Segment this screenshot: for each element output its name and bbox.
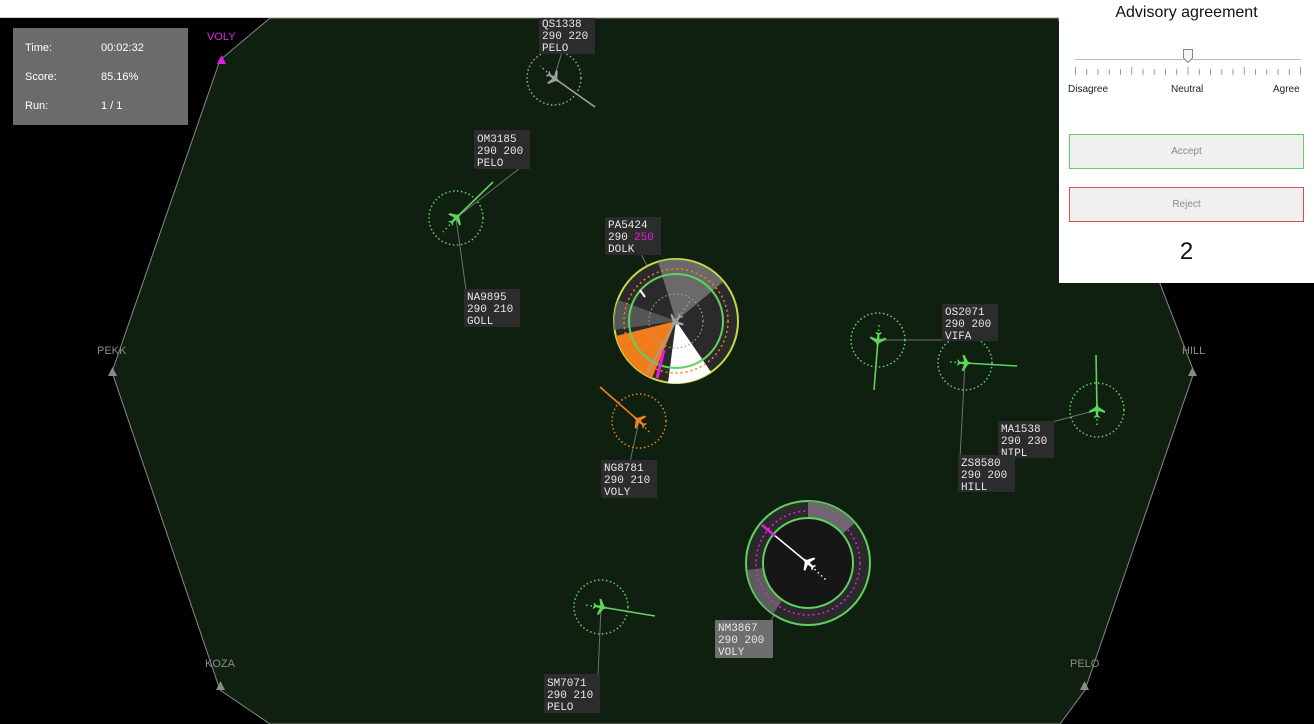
score-label: Score: <box>25 71 57 83</box>
tag-callsign: MA1538 <box>1001 424 1041 436</box>
time-label: Time: <box>25 42 53 54</box>
tag-altitude: 290 230 <box>1001 436 1047 448</box>
data-tag-os2071[interactable]: OS2071 290 200 VIFA <box>942 304 998 343</box>
tag-altitude: 290 <box>608 232 628 244</box>
waypoint-label: PELO <box>1070 658 1100 670</box>
tag-altitude: 290 200 <box>718 635 764 647</box>
data-tag-nm3867[interactable]: NM3867 290 200 VOLY <box>715 620 773 659</box>
tag-destination: HILL <box>961 482 987 494</box>
waypoint-label: KOZA <box>205 658 236 670</box>
agree-label: Agree <box>1273 84 1300 95</box>
data-tag-om3185[interactable]: OM3185 290 200 PELO <box>474 130 530 170</box>
tag-callsign: NA9895 <box>467 292 507 304</box>
tag-callsign: OS2071 <box>945 307 985 319</box>
tag-callsign: NG8781 <box>604 463 644 475</box>
waypoint-label: PEKK <box>97 345 127 357</box>
agreement-slider-handle[interactable] <box>1183 49 1193 63</box>
tag-altitude: 290 200 <box>961 470 1007 482</box>
tag-altitude: 290 220 <box>542 31 588 43</box>
data-tag-qs1338[interactable]: QS1338 290 220 PELO <box>539 18 595 55</box>
tag-destination: VIFA <box>945 331 972 343</box>
disagree-label: Disagree <box>1068 84 1109 95</box>
tag-callsign: SM7071 <box>547 678 587 690</box>
tag-altitude: 290 210 <box>604 475 650 487</box>
tag-destination: PELO <box>542 43 569 55</box>
tag-callsign: ZS8580 <box>961 458 1001 470</box>
slider-ticks <box>1075 67 1301 75</box>
score-value: 85.16% <box>101 71 139 83</box>
tag-destination: VOLY <box>718 647 745 659</box>
info-panel: Time: 00:02:32 Score: 85.16% Run: 1 / 1 <box>13 28 188 125</box>
waypoint-label: VOLY <box>207 31 236 43</box>
tag-altitude: 290 210 <box>547 690 593 702</box>
run-label: Run: <box>25 100 49 112</box>
data-tag-pa5424[interactable]: PA5424 290 250 DOLK <box>605 217 661 256</box>
data-tag-na9895[interactable]: NA9895 290 210 GOLL <box>464 289 520 328</box>
waypoint-label: HILL <box>1182 345 1205 357</box>
neutral-label: Neutral <box>1171 84 1204 95</box>
tag-destination: DOLK <box>608 244 635 256</box>
time-value: 00:02:32 <box>101 42 144 54</box>
tag-altitude: 290 210 <box>467 304 513 316</box>
tag-callsign: PA5424 <box>608 220 648 232</box>
tag-destination: PELO <box>477 158 504 170</box>
data-tag-sm7071[interactable]: SM7071 290 210 PELO <box>544 674 600 714</box>
advisory-counter: 2 <box>1179 238 1194 265</box>
data-tag-ma1538[interactable]: MA1538 290 230 NIPL <box>998 421 1054 460</box>
run-value: 1 / 1 <box>101 100 123 112</box>
reject-button[interactable]: Reject <box>1069 187 1304 222</box>
accept-button[interactable]: Accept <box>1069 134 1304 169</box>
aircraft-pa5424[interactable] <box>613 258 739 384</box>
panel-title: Advisory agreement <box>1115 4 1258 21</box>
aircraft-nm3867[interactable] <box>745 500 871 626</box>
tag-callsign: QS1338 <box>542 19 582 31</box>
tag-cleared-altitude[interactable]: 250 <box>634 232 654 244</box>
data-tag-ng8781[interactable]: NG8781 290 210 VOLY <box>601 460 657 499</box>
data-tag-zs8580[interactable]: ZS8580 290 200 HILL <box>958 455 1015 494</box>
tag-destination: VOLY <box>604 487 631 499</box>
heading-vector <box>1095 354 1098 411</box>
tag-altitude: 290 200 <box>945 319 991 331</box>
advisory-panel: Advisory agreement Disagree Neutral Agre… <box>1059 0 1314 283</box>
tag-callsign: OM3185 <box>477 134 517 146</box>
tag-altitude: 290 200 <box>477 146 523 158</box>
tag-callsign: NM3867 <box>718 623 758 635</box>
tag-destination: GOLL <box>467 316 493 328</box>
tag-destination: PELO <box>547 702 574 714</box>
